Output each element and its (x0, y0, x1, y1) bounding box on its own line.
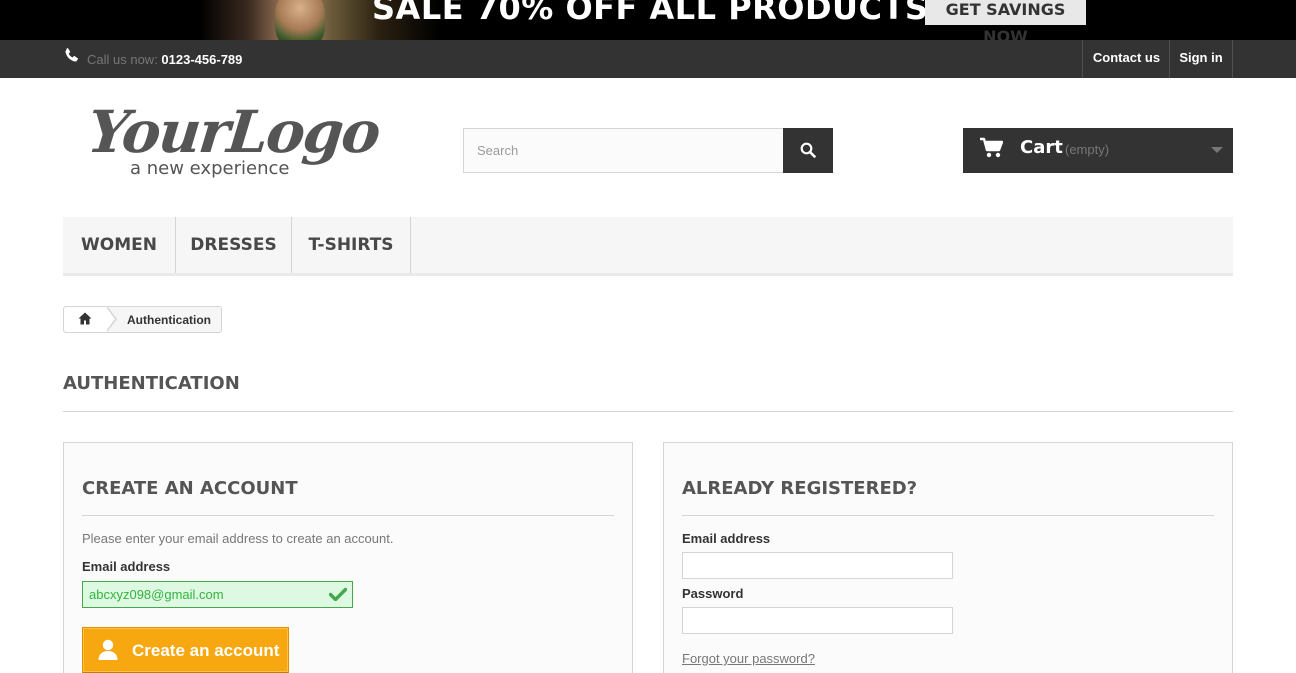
password-label: Password (682, 586, 744, 601)
login-email-label: Email address (682, 531, 771, 546)
user-icon (98, 639, 118, 660)
call-us-text: Call us now: 0123-456-789 (87, 52, 242, 67)
breadcrumb-separator-fill (106, 307, 115, 331)
page-title: AUTHENTICATION (63, 373, 1233, 412)
banner-headline: SALE 70% OFF ALL PRODUCTS (372, 0, 929, 27)
create-email-input[interactable] (82, 581, 353, 608)
login-box: ALREADY REGISTERED? Email address Passwo… (663, 442, 1233, 673)
login-email-input[interactable] (682, 552, 953, 579)
create-account-title: CREATE AN ACCOUNT (82, 478, 614, 516)
password-input[interactable] (682, 607, 953, 634)
breadcrumb-home[interactable] (64, 307, 106, 332)
search-button[interactable] (783, 128, 833, 173)
home-icon (78, 312, 92, 325)
check-icon (329, 587, 347, 601)
search-input[interactable] (463, 128, 784, 173)
phone-icon (65, 48, 78, 62)
cart-status: (empty) (1065, 142, 1110, 157)
create-account-button-label: Create an account (132, 641, 280, 660)
search-icon (800, 142, 816, 158)
site-logo[interactable]: YourLogo a new experience (84, 98, 382, 188)
logo-wordmark: YourLogo (84, 98, 383, 166)
create-account-intro: Please enter your email address to creat… (82, 531, 394, 546)
breadcrumb: Authentication (63, 306, 222, 333)
cart-dropdown[interactable]: Cart (empty) (963, 128, 1233, 173)
logo-tagline: a new experience (130, 158, 290, 179)
phone-number: 0123-456-789 (161, 52, 243, 67)
sign-in-link[interactable]: Sign in (1169, 40, 1233, 78)
top-nav-bar: Call us now: 0123-456-789 Contact us Sig… (0, 40, 1296, 78)
menu-item-tshirts[interactable]: T-SHIRTS (292, 217, 411, 273)
cart-label: Cart (1020, 137, 1063, 158)
chevron-down-icon (1211, 147, 1223, 153)
promo-banner[interactable]: SALE 70% OFF ALL PRODUCTS GET SAVINGS NO… (0, 0, 1296, 40)
contact-us-link[interactable]: Contact us (1082, 40, 1170, 78)
menu-item-women[interactable]: WOMEN (63, 217, 176, 273)
main-menu: WOMEN DRESSES T-SHIRTS (63, 217, 1233, 276)
login-title: ALREADY REGISTERED? (682, 478, 1214, 516)
cart-icon (980, 137, 1003, 158)
create-account-button[interactable]: Create an account (82, 627, 289, 673)
call-prefix: Call us now: (87, 52, 162, 67)
create-email-label: Email address (82, 559, 171, 574)
create-account-box: CREATE AN ACCOUNT Please enter your emai… (63, 442, 633, 673)
forgot-password-link[interactable]: Forgot your password? (682, 651, 815, 666)
breadcrumb-current: Authentication (127, 313, 211, 327)
menu-item-dresses[interactable]: DRESSES (176, 217, 292, 273)
get-savings-button[interactable]: GET SAVINGS NOW (925, 0, 1086, 40)
